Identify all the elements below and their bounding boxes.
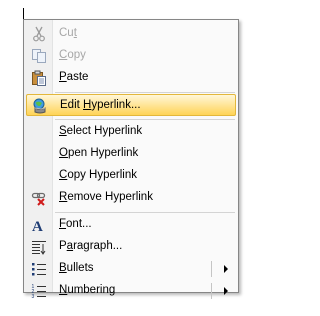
menu-item-label: Copy Hyperlink bbox=[59, 169, 137, 181]
numbering-icon: 1 2 3 bbox=[32, 284, 46, 299]
submenu-divider bbox=[211, 261, 212, 277]
menu-item-copy[interactable]: Copy bbox=[26, 45, 236, 67]
menu-item-open-hyperlink[interactable]: Open Hyperlink bbox=[26, 143, 236, 165]
menu-item-label: Numbering bbox=[59, 284, 116, 296]
menu-item-font[interactable]: A Font... bbox=[26, 214, 236, 236]
menu-item-label: Cut bbox=[59, 27, 77, 39]
menu-item-label: Edit Hyperlink... bbox=[60, 99, 141, 111]
scissors-icon bbox=[33, 26, 45, 42]
menu-item-edit-hyperlink[interactable]: Edit Hyperlink... bbox=[26, 94, 236, 116]
menu-item-label: Remove Hyperlink bbox=[59, 191, 153, 203]
menu-separator bbox=[55, 92, 235, 93]
menu-item-label: Copy bbox=[59, 49, 86, 61]
menu-item-label: Paste bbox=[59, 71, 89, 83]
remove-hyperlink-icon bbox=[31, 192, 46, 206]
menu-separator bbox=[55, 212, 235, 213]
menu-item-select-hyperlink[interactable]: Select Hyperlink bbox=[26, 121, 236, 143]
menu-item-paste[interactable]: Paste bbox=[26, 67, 236, 89]
font-icon: A bbox=[32, 219, 43, 233]
menu-item-paragraph[interactable]: Paragraph... bbox=[26, 236, 236, 258]
menu-item-numbering[interactable]: 1 2 3 Numbering bbox=[26, 280, 236, 302]
menu-item-copy-hyperlink[interactable]: Copy Hyperlink bbox=[26, 165, 236, 187]
paragraph-icon bbox=[32, 241, 46, 255]
menu-item-label: Paragraph... bbox=[59, 240, 123, 252]
menu-item-label: Open Hyperlink bbox=[59, 147, 139, 159]
menu-item-cut[interactable]: Cut bbox=[26, 23, 236, 45]
bullets-icon bbox=[32, 263, 46, 276]
submenu-arrow-icon bbox=[224, 287, 228, 295]
svg-text:A: A bbox=[32, 219, 43, 233]
context-menu: Cut Copy Paste Edit Hyperlink... Select … bbox=[23, 19, 239, 299]
menu-item-bullets[interactable]: Bullets bbox=[26, 258, 236, 280]
paste-icon bbox=[32, 70, 46, 86]
edit-hyperlink-icon bbox=[33, 98, 46, 114]
submenu-arrow-icon bbox=[224, 265, 228, 273]
menu-item-label: Select Hyperlink bbox=[59, 125, 143, 137]
menu-item-remove-hyperlink[interactable]: Remove Hyperlink bbox=[26, 187, 236, 209]
menu-item-label: Bullets bbox=[59, 262, 94, 274]
menu-separator bbox=[55, 119, 235, 120]
svg-text:3: 3 bbox=[32, 294, 35, 299]
menu-item-label: Font... bbox=[59, 218, 92, 230]
copy-icon bbox=[32, 49, 46, 63]
submenu-divider bbox=[211, 283, 212, 299]
